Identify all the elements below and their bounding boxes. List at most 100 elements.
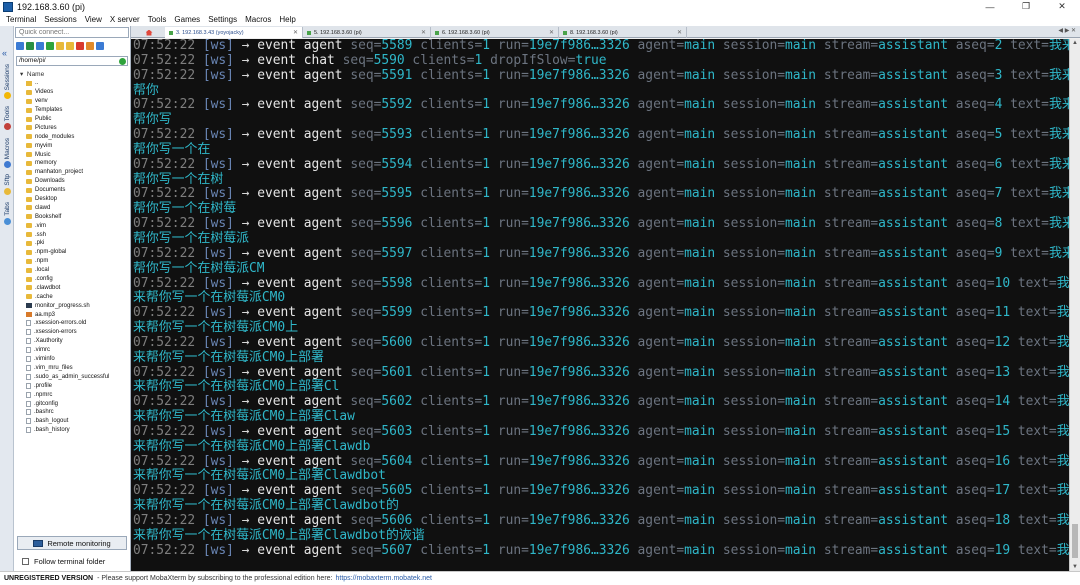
- file-row[interactable]: .ssh: [16, 230, 128, 239]
- restore-button[interactable]: ❐: [1008, 0, 1044, 13]
- file-row[interactable]: .vimrc: [16, 346, 128, 355]
- terminal-line-wrap: 来帮你写一个在树莓派CM0上部署: [131, 350, 1069, 366]
- file-row[interactable]: .bashrc: [16, 408, 128, 417]
- download-icon[interactable]: [26, 42, 34, 50]
- path-ok-icon[interactable]: [119, 58, 126, 65]
- menu-tools[interactable]: Tools: [144, 15, 171, 24]
- tab-session-5[interactable]: 5. 192.168.3.60 (pi) ✕: [303, 27, 431, 38]
- log-run: 19e7f986…3326: [528, 127, 630, 143]
- file-row[interactable]: .gitconfig: [16, 399, 128, 408]
- terminal-output[interactable]: 07:52:22 [ws] → event agent seq=5589 cli…: [131, 39, 1069, 571]
- file-row[interactable]: .vim_mru_files: [16, 364, 128, 373]
- log-seq: 5601: [381, 364, 413, 380]
- tab-navigation-icons[interactable]: ◀ ▶ ✕: [1058, 27, 1076, 34]
- file-row[interactable]: Pictures: [16, 123, 128, 132]
- file-row[interactable]: .viminfo: [16, 355, 128, 364]
- file-row[interactable]: .cache: [16, 292, 128, 301]
- file-row[interactable]: manhaton_project: [16, 168, 128, 177]
- file-row[interactable]: myvim: [16, 141, 128, 150]
- file-list-header[interactable]: ▾ Name: [20, 70, 44, 78]
- file-row[interactable]: Templates: [16, 106, 128, 115]
- file-row[interactable]: .config: [16, 275, 128, 284]
- file-name: .xsession-errors: [34, 329, 77, 336]
- close-tab-icon[interactable]: ✕: [549, 29, 554, 36]
- file-row[interactable]: Bookshelf: [16, 212, 128, 221]
- file-row[interactable]: node_modules: [16, 132, 128, 141]
- home-tab[interactable]: [135, 27, 163, 38]
- file-row[interactable]: clawd: [16, 203, 128, 212]
- mobatek-link[interactable]: https://mobaxterm.mobatek.net: [335, 575, 432, 582]
- terminal-scrollbar[interactable]: ▲ ▼: [1069, 39, 1080, 571]
- file-row[interactable]: .npm: [16, 257, 128, 266]
- minimize-button[interactable]: —: [972, 0, 1008, 13]
- tab-session-8[interactable]: 8. 192.168.3.60 (pi) ✕: [559, 27, 687, 38]
- log-seq: 5602: [381, 394, 413, 410]
- file-row[interactable]: .xsession-errors: [16, 328, 128, 337]
- file-row[interactable]: aa.mp3: [16, 310, 128, 319]
- new-folder-icon[interactable]: [56, 42, 64, 50]
- scroll-up-icon[interactable]: ▲: [1072, 40, 1078, 46]
- file-row[interactable]: Documents: [16, 186, 128, 195]
- menu-terminal[interactable]: Terminal: [2, 15, 40, 24]
- file-row[interactable]: .bash_history: [16, 426, 128, 435]
- file-row[interactable]: .xsession-errors.old: [16, 319, 128, 328]
- collapse-sidebar-icon[interactable]: «: [2, 48, 7, 58]
- file-row[interactable]: .local: [16, 266, 128, 275]
- tab-session-6[interactable]: 6. 192.168.3.60 (pi) ✕: [431, 27, 559, 38]
- file-row[interactable]: .vim: [16, 221, 128, 230]
- menu-macros[interactable]: Macros: [241, 15, 275, 24]
- menu-view[interactable]: View: [81, 15, 106, 24]
- folder-icon: [26, 178, 32, 184]
- file-row[interactable]: .clawdbot: [16, 283, 128, 292]
- menu-x-server[interactable]: X server: [106, 15, 144, 24]
- menu-games[interactable]: Games: [170, 15, 204, 24]
- log-source: [ws]: [202, 97, 234, 113]
- menu-help[interactable]: Help: [275, 15, 299, 24]
- close-tab-icon[interactable]: ✕: [421, 29, 426, 36]
- refresh-icon[interactable]: [46, 42, 54, 50]
- file-row[interactable]: ..: [16, 79, 128, 88]
- file-row[interactable]: Music: [16, 150, 128, 159]
- file-row[interactable]: .npm-global: [16, 248, 128, 257]
- file-row[interactable]: venv: [16, 97, 128, 106]
- file-name: Pictures: [35, 124, 57, 131]
- sidebar-tab-macros[interactable]: Macros: [0, 138, 14, 169]
- new-file-icon[interactable]: [66, 42, 74, 50]
- close-button[interactable]: ✕: [1044, 0, 1080, 13]
- file-row[interactable]: .Xauthority: [16, 337, 128, 346]
- up-folder-icon[interactable]: [16, 42, 24, 50]
- file-row[interactable]: Public: [16, 115, 128, 124]
- file-row[interactable]: monitor_progress.sh: [16, 301, 128, 310]
- remote-monitoring-button[interactable]: Remote monitoring: [17, 536, 127, 550]
- file-row[interactable]: .pki: [16, 239, 128, 248]
- file-row[interactable]: Downloads: [16, 177, 128, 186]
- follow-terminal-checkbox[interactable]: Follow terminal folder: [22, 557, 105, 566]
- file-row[interactable]: .profile: [16, 381, 128, 390]
- scroll-down-icon[interactable]: ▼: [1072, 564, 1078, 570]
- scroll-thumb[interactable]: [1072, 524, 1078, 558]
- upload-icon[interactable]: [36, 42, 44, 50]
- sidebar-tab-sessions[interactable]: Sessions: [0, 64, 14, 100]
- tab-session-3[interactable]: 3. 192.168.3.43 (yoyojacky) ✕: [165, 27, 303, 38]
- settings-icon[interactable]: [96, 42, 104, 50]
- file-row[interactable]: .bash_logout: [16, 417, 128, 426]
- file-row[interactable]: Desktop: [16, 195, 128, 204]
- sidebar-tab-tabs[interactable]: Tabs: [0, 202, 14, 225]
- delete-icon[interactable]: [76, 42, 84, 50]
- folder-icon: [26, 214, 32, 220]
- file-row[interactable]: Videos: [16, 88, 128, 97]
- file-row[interactable]: .sudo_as_admin_successful: [16, 372, 128, 381]
- close-tab-icon[interactable]: ✕: [677, 29, 682, 36]
- sidebar-tab-tools[interactable]: Tools: [0, 106, 14, 131]
- terminal-icon: [169, 30, 173, 35]
- quick-connect-input[interactable]: [15, 27, 129, 38]
- sidebar-tab-sftp[interactable]: Sftp: [0, 174, 14, 195]
- file-row[interactable]: .npmrc: [16, 390, 128, 399]
- log-clients: 1: [482, 186, 491, 202]
- close-tab-icon[interactable]: ✕: [293, 29, 298, 36]
- menu-settings[interactable]: Settings: [204, 15, 241, 24]
- edit-icon[interactable]: [86, 42, 94, 50]
- path-field[interactable]: /home/pi/: [16, 56, 128, 66]
- menu-sessions[interactable]: Sessions: [40, 15, 80, 24]
- file-row[interactable]: memory: [16, 159, 128, 168]
